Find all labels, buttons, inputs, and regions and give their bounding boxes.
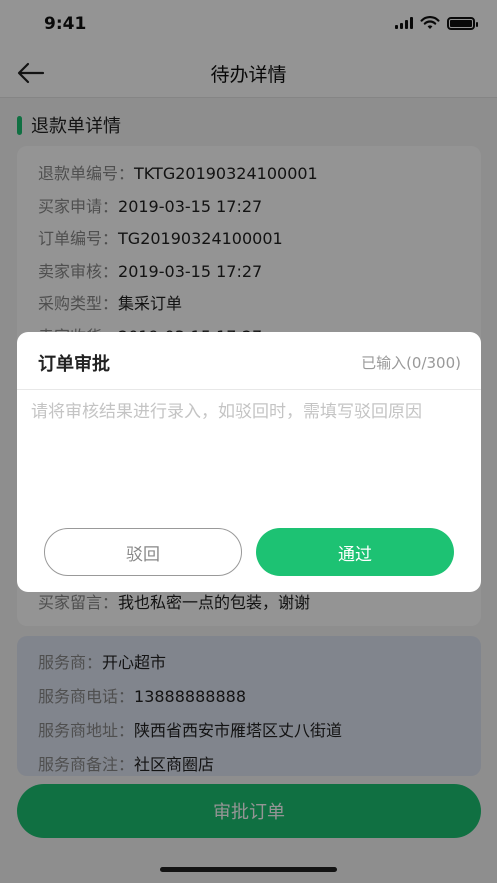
approval-comment-input[interactable] xyxy=(31,398,467,518)
modal-title: 订单审批 xyxy=(38,354,110,375)
modal-header: 订单审批 已输入(0/300) xyxy=(17,332,481,390)
char-count: 已输入(0/300) xyxy=(361,354,461,372)
approve-button[interactable]: 通过 xyxy=(256,528,454,576)
reject-button[interactable]: 驳回 xyxy=(44,528,242,576)
approval-modal: 订单审批 已输入(0/300) 驳回 通过 xyxy=(17,332,481,592)
